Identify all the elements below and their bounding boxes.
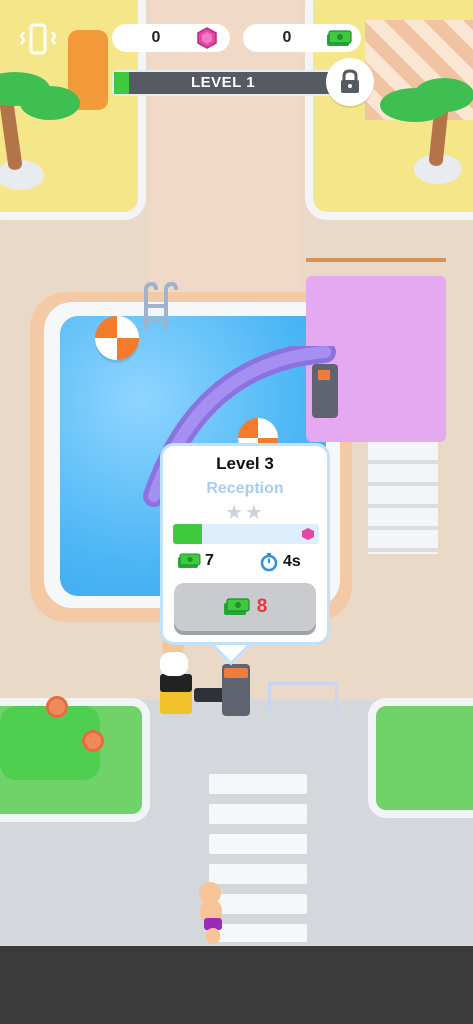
beach-ball: [95, 316, 139, 360]
cash-counter: 0: [243, 24, 361, 52]
reception-desk-light: [224, 668, 248, 678]
cash-crate-top: [160, 674, 192, 692]
lock-icon: [341, 69, 359, 93]
bottom-bar: [0, 946, 473, 1024]
crosswalk-stripe: [209, 894, 307, 914]
crosswalk-stripe: [209, 834, 307, 854]
upgrade-price: 8: [256, 596, 268, 617]
popup-level-title: Level 3: [216, 454, 274, 473]
pool-ladder: [144, 282, 178, 330]
gem-count: 0: [151, 29, 161, 46]
slide-stairs: [368, 442, 438, 554]
stopwatch-icon: [260, 553, 278, 572]
upgrade-progress-bar: [173, 524, 319, 544]
income-value: 7: [205, 552, 214, 569]
income-stat: 7: [177, 552, 214, 570]
level-progress-bar: LEVEL 1: [112, 70, 334, 96]
popup-station-name: Reception: [206, 480, 284, 497]
palm-leaves-left-2: [20, 86, 80, 120]
phone-vibrate-icon[interactable]: [18, 20, 58, 60]
cash-icon: [327, 30, 352, 46]
crosswalk-stripe: [209, 804, 307, 824]
upgrade-popup: Level 3 Reception ★★ 7 4s 8: [160, 443, 330, 645]
staff-body: [160, 652, 188, 676]
upgrade-buy-button[interactable]: 8: [174, 583, 316, 631]
crosswalk-stripe: [209, 864, 307, 884]
lock-button[interactable]: [326, 58, 374, 106]
upgrade-progress-fill: [173, 524, 203, 544]
flower: [46, 696, 68, 718]
player-legs: [206, 928, 220, 944]
cash-icon: [223, 598, 250, 615]
crosswalk-stripe: [209, 924, 307, 942]
level-label: LEVEL 1: [190, 74, 256, 91]
time-stat: 4s: [259, 552, 301, 572]
crosswalk-stripe: [209, 774, 307, 794]
time-value: 4s: [283, 553, 301, 570]
queue-fence: [268, 682, 338, 712]
gem-icon: [302, 528, 314, 540]
gem-counter: 0: [112, 24, 230, 52]
grass-right: [376, 706, 473, 810]
palm-leaves-right-2: [414, 78, 473, 112]
star-rating: ★★: [225, 502, 265, 524]
cash-count: 0: [282, 29, 292, 46]
gem-icon: [197, 27, 217, 49]
slide-machine-light: [318, 370, 330, 380]
cash-icon: [178, 553, 201, 568]
flower: [82, 730, 104, 752]
